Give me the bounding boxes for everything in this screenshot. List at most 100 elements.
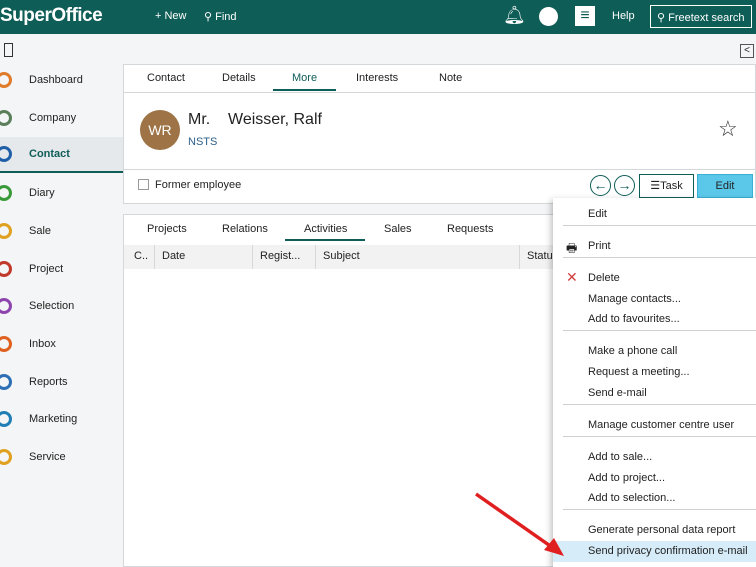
tab-projects[interactable]: Projects: [147, 223, 187, 235]
user-icon[interactable]: [539, 7, 558, 26]
avatar: WR: [140, 110, 180, 150]
menu-item[interactable]: Manage customer centre user: [588, 419, 734, 431]
menu-divider: [563, 435, 756, 437]
sidebar-item-label: Company: [29, 111, 77, 124]
tab-details[interactable]: Details: [222, 72, 256, 84]
tab-contact[interactable]: Contact: [147, 72, 185, 84]
tab-note[interactable]: Note: [439, 72, 462, 84]
sidebar-item-label: Diary: [29, 187, 55, 200]
former-employee-label: Former employee: [155, 179, 242, 191]
menu-item[interactable]: Manage contacts...: [588, 293, 681, 305]
freetext-search-button[interactable]: ⚲ Freetext search: [650, 5, 752, 28]
company-icon: [0, 109, 12, 126]
edit-button[interactable]: Edit: [697, 174, 753, 198]
sidebar-item-reports[interactable]: Reports: [0, 364, 123, 400]
menu-divider: [563, 508, 756, 510]
favourite-star-icon[interactable]: ☆: [718, 116, 738, 142]
person-name: Weisser, Ralf: [228, 111, 322, 128]
project-icon: [0, 260, 12, 277]
sale-icon: [0, 222, 12, 239]
sidebar-item-service[interactable]: Service: [0, 439, 123, 475]
sidebar-item-label: Project: [29, 262, 64, 275]
tab-requests[interactable]: Requests: [447, 223, 493, 235]
freetext-label: Freetext search: [668, 12, 745, 24]
column-label: C..: [134, 250, 149, 262]
tab-sales[interactable]: Sales: [384, 223, 412, 235]
active-tab-indicator: [273, 89, 336, 91]
tab-relations[interactable]: Relations: [222, 223, 268, 235]
find-label: Find: [215, 11, 237, 23]
sidebar-item-label: Dashboard: [29, 74, 83, 86]
menu-icon[interactable]: ≡: [575, 6, 595, 26]
sidebar-item-inbox[interactable]: Inbox: [0, 326, 123, 362]
sidebar-item-label: Contact: [29, 148, 70, 161]
menu-item[interactable]: Delete: [588, 272, 620, 284]
inbox-icon: [0, 335, 12, 352]
menu-divider: [563, 256, 756, 258]
selection-icon: [0, 298, 12, 315]
tab-interests[interactable]: Interests: [356, 72, 398, 84]
new-label: New: [164, 10, 187, 22]
column-header[interactable]: Subject: [316, 245, 520, 269]
search-icon: ⚲: [204, 11, 213, 23]
sidebar-item-label: Service: [29, 451, 66, 463]
delete-x-icon: ✕: [566, 269, 578, 285]
sidebar-item-sale[interactable]: Sale: [0, 213, 123, 249]
menu-item[interactable]: Add to sale...: [588, 451, 652, 463]
sidebar-item-diary[interactable]: Diary: [0, 175, 123, 211]
menu-divider: [563, 403, 756, 405]
company-link[interactable]: NSTS: [188, 136, 217, 148]
dashboard-icon: [0, 72, 12, 88]
sidebar-item-label: Inbox: [29, 337, 56, 350]
menu-item[interactable]: Make a phone call: [588, 345, 677, 357]
sidebar-item-label: Reports: [29, 375, 68, 388]
tab-more[interactable]: More: [292, 72, 317, 84]
menu-item[interactable]: Request a meeting...: [588, 366, 690, 378]
sidebar-item-label: Marketing: [29, 413, 78, 426]
bell-icon[interactable]: 🔔︎: [503, 5, 526, 26]
help-link[interactable]: Help: [612, 10, 635, 22]
tab-activities[interactable]: Activities: [304, 223, 347, 235]
sidebar-item-selection[interactable]: Selection: [0, 288, 123, 324]
diary-icon: [0, 185, 12, 202]
column-label: Subject: [323, 250, 360, 262]
column-header[interactable]: Date: [155, 245, 253, 269]
next-arrow-icon[interactable]: →: [614, 175, 635, 196]
task-button[interactable]: ☰Task: [639, 174, 694, 198]
task-label: Task: [660, 180, 683, 192]
top-bar: SuperOffice + New ⚲ Find 🔔︎ ≡ Help ⚲ Fre…: [0, 0, 756, 34]
sidebar-item-contact[interactable]: Contact: [0, 137, 123, 174]
find-button[interactable]: ⚲ Find: [204, 10, 237, 23]
contact-icon: [0, 146, 12, 163]
menu-item[interactable]: Print: [588, 240, 611, 252]
collapse-panel-icon[interactable]: <: [740, 44, 754, 58]
menu-item[interactable]: Edit: [588, 208, 607, 220]
menu-divider: [563, 330, 756, 332]
column-header[interactable]: C..: [127, 245, 155, 269]
sidebar-item-project[interactable]: Project: [0, 251, 123, 287]
sidebar-item-dashboard[interactable]: Dashboard: [0, 62, 123, 98]
menu-item[interactable]: Add to favourites...: [588, 313, 680, 325]
column-label: Date: [162, 250, 186, 262]
menu-item[interactable]: Add to project...: [588, 472, 665, 484]
menu-item[interactable]: Generate personal data report: [588, 524, 735, 536]
context-menu: Edit 🖶︎ Print ✕ Delete Manage contacts... Add …: [553, 198, 756, 567]
menu-item[interactable]: Send privacy confirmation e-mail: [588, 545, 748, 557]
former-employee-checkbox[interactable]: [138, 179, 149, 190]
menu-item[interactable]: Add to selection...: [588, 492, 675, 504]
marketing-icon: [0, 411, 12, 428]
column-label: Regist...: [260, 250, 301, 262]
sidebar-item-label: Selection: [29, 300, 75, 313]
new-button[interactable]: + New: [155, 10, 187, 22]
sidebar-toggle-icon[interactable]: [4, 43, 13, 57]
person-title: Mr.: [188, 111, 211, 128]
menu-divider: [563, 224, 756, 226]
menu-item[interactable]: Send e-mail: [588, 387, 647, 399]
reports-icon: [0, 373, 12, 390]
column-header[interactable]: Regist...: [253, 245, 316, 269]
sidebar-item-company[interactable]: Company: [0, 100, 123, 136]
sidebar-item-marketing[interactable]: Marketing: [0, 401, 123, 437]
red-arrow-annotation: [474, 492, 564, 556]
sidebar-item-label: Sale: [29, 224, 52, 237]
previous-arrow-icon[interactable]: ←: [590, 175, 611, 196]
